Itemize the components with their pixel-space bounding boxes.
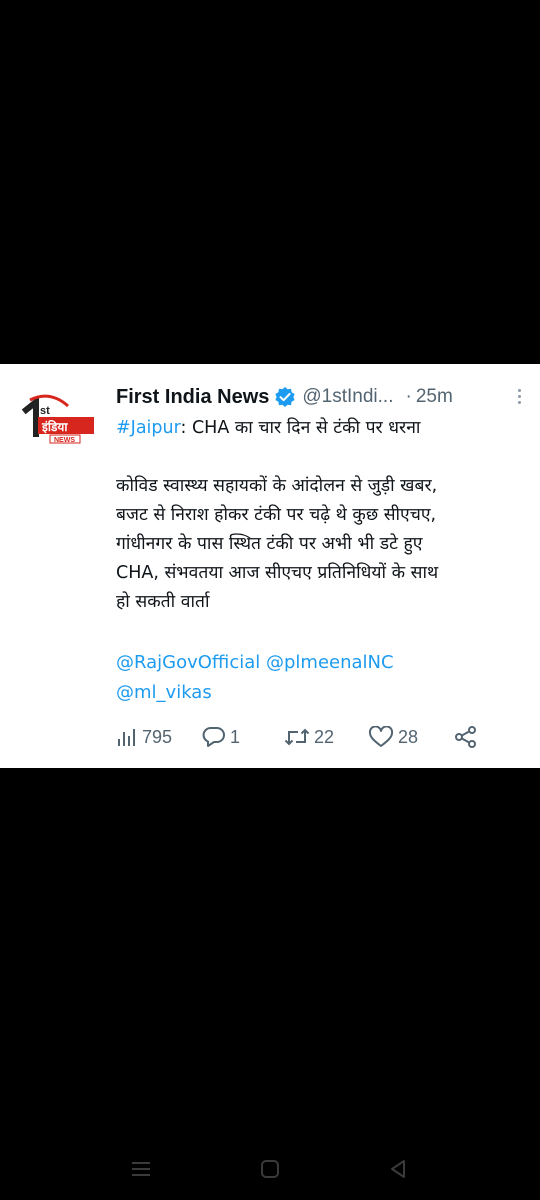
reply-button[interactable]: 1 (202, 720, 240, 754)
views-icon (118, 729, 135, 746)
body-line: CHA, संभवतया आज सीएचए प्रतिनिधियों के सा… (116, 563, 439, 583)
screen: st इंडिया NEWS First India News @1stIndi… (0, 0, 540, 1200)
body-line: कोविड स्वास्थ्य सहायकों के आंदोलन से जुड… (116, 476, 438, 496)
back-icon[interactable] (385, 1156, 411, 1182)
views-count: 795 (142, 726, 173, 747)
body-line: हो सकती वार्ता (116, 592, 210, 612)
body-line: बजट से निराश होकर टंकी पर चढ़े थे कुछ सी… (116, 505, 437, 525)
svg-text:इंडिया: इंडिया (41, 420, 68, 434)
mention-link[interactable]: @RajGovOfficial (116, 652, 260, 673)
reply-count: 1 (230, 726, 241, 747)
retweet-count: 22 (314, 726, 335, 747)
hashtag-link[interactable]: #Jaipur (116, 418, 181, 438)
system-nav-bar (0, 1144, 540, 1194)
author-name[interactable]: First India News (116, 386, 269, 409)
recent-apps-icon[interactable] (128, 1156, 154, 1182)
more-options-icon[interactable] (516, 386, 522, 408)
svg-text:NEWS: NEWS (54, 437, 75, 444)
verified-badge-icon (274, 386, 296, 408)
share-icon (455, 726, 476, 748)
tweet-card[interactable]: st इंडिया NEWS First India News @1stIndi… (0, 364, 540, 768)
headline-text: : CHA का चार दिन से टंकी पर धरना (180, 418, 421, 438)
mention-link[interactable]: @plmeenalNC (266, 652, 394, 673)
body-line: गांधीनगर के पास स्थित टंकी पर अभी भी डटे… (116, 534, 423, 554)
tweet-actions: 795 1 22 28 (116, 720, 536, 754)
mention-link[interactable]: @ml_vikas (116, 682, 212, 703)
share-button[interactable] (454, 720, 478, 754)
tweet-timestamp[interactable]: 25m (416, 386, 453, 408)
reply-icon (202, 727, 225, 747)
first-india-logo-icon: st इंडिया NEWS (21, 394, 94, 444)
mentions: @RajGovOfficial @plmeenalNC @ml_vikas (116, 648, 531, 708)
retweet-button[interactable]: 22 (284, 720, 334, 754)
tweet-header: First India News @1stIndi... · 25m (116, 380, 526, 414)
home-icon[interactable] (257, 1156, 283, 1182)
author-avatar[interactable]: st इंडिया NEWS (20, 390, 96, 446)
like-button[interactable]: 28 (368, 720, 418, 754)
tweet-text: #Jaipur: CHA का चार दिन से टंकी पर धरना … (116, 414, 531, 617)
views-button[interactable]: 795 (116, 720, 172, 754)
author-handle[interactable]: @1stIndi... (302, 386, 393, 408)
retweet-icon (284, 728, 310, 746)
heart-icon (368, 726, 394, 747)
svg-text:st: st (40, 405, 50, 417)
like-count: 28 (398, 726, 419, 747)
tweet-headline: #Jaipur: CHA का चार दिन से टंकी पर धरना (116, 414, 531, 443)
separator-dot: · (405, 386, 412, 407)
